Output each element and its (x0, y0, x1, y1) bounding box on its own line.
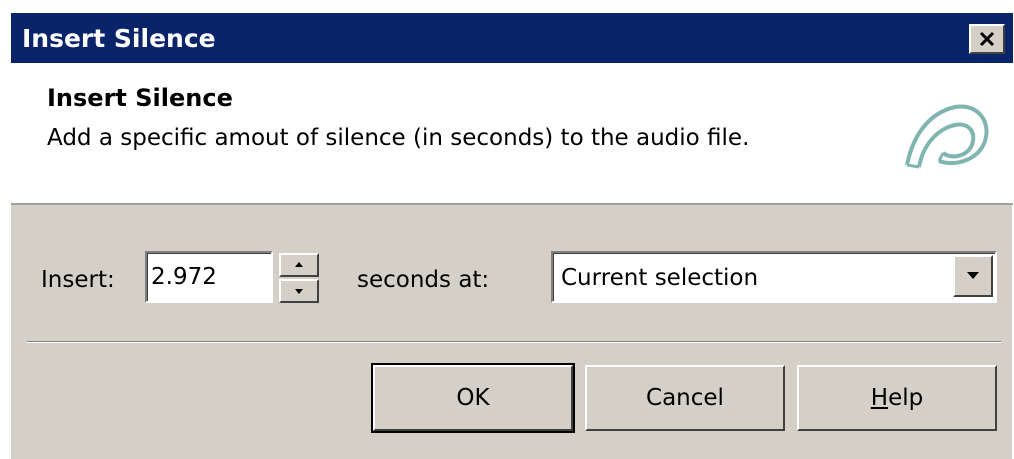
insert-seconds-input[interactable] (145, 251, 273, 303)
header-title: Insert Silence (47, 84, 233, 112)
header-description: Add a specific amout of silence (in seco… (47, 125, 750, 151)
title-bar[interactable]: Insert Silence (11, 13, 1013, 63)
dropdown-button[interactable] (953, 255, 993, 297)
insert-position-select[interactable]: Current selection (551, 251, 997, 303)
window-title: Insert Silence (22, 24, 216, 53)
insert-label: Insert: (41, 267, 115, 293)
help-mnemonic: H (870, 385, 889, 411)
insert-silence-dialog: Insert Silence Insert Silence Add a spec… (10, 12, 1013, 459)
chevron-down-icon (967, 272, 979, 279)
ok-button[interactable]: OK (371, 363, 575, 433)
help-button[interactable]: Help (797, 365, 997, 431)
close-button[interactable] (969, 24, 1005, 54)
cancel-button[interactable]: Cancel (585, 365, 785, 431)
help-label-rest: elp (888, 385, 924, 411)
arrow-down-icon (295, 289, 303, 294)
arrow-up-icon (295, 262, 303, 267)
sound-forge-logo-icon (905, 104, 989, 169)
spin-up-button[interactable] (279, 253, 319, 277)
seconds-at-label: seconds at: (357, 267, 490, 293)
divider (27, 341, 1001, 343)
select-value: Current selection (561, 265, 759, 291)
spin-down-button[interactable] (279, 279, 319, 303)
close-icon (979, 31, 995, 47)
header-panel: Insert Silence Add a specific amout of s… (11, 63, 1013, 205)
